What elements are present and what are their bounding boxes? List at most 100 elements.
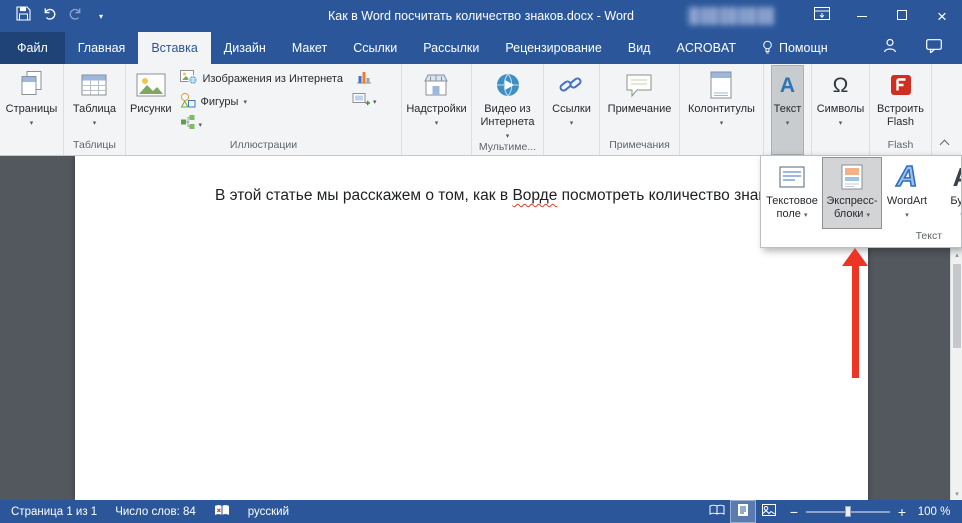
screenshot-icon bbox=[352, 91, 370, 112]
close-button[interactable]: × bbox=[922, 0, 962, 32]
pages-button[interactable]: Страницы ▾ bbox=[3, 65, 61, 155]
online-video-label: Видео из Интернета bbox=[479, 103, 537, 129]
minimize-icon bbox=[857, 16, 867, 17]
web-layout-button[interactable] bbox=[756, 500, 782, 523]
zoom-slider-thumb[interactable] bbox=[845, 506, 851, 517]
vertical-scrollbar[interactable]: ▴ ▾ bbox=[950, 248, 962, 500]
wordart-icon: A bbox=[897, 161, 918, 193]
zoom-percentage[interactable]: 100 % bbox=[914, 506, 962, 518]
vertical-scrollbar-thumb[interactable] bbox=[953, 264, 961, 348]
text-flyout-buttons: Текстовое поле ▾ Экспресс-блоки ▾ A Word… bbox=[762, 157, 960, 229]
proofing-status-button[interactable] bbox=[205, 500, 239, 523]
zoom-slider[interactable] bbox=[806, 500, 890, 523]
group-label-comments: Примечания bbox=[600, 138, 679, 155]
illustrations-icon-column: ▾ bbox=[348, 65, 381, 138]
tab-insert-label: Вставка bbox=[151, 41, 197, 55]
annotation-arrow bbox=[842, 248, 868, 378]
tab-home[interactable]: Главная bbox=[65, 32, 139, 64]
tab-file[interactable]: Файл bbox=[0, 32, 65, 64]
flash-icon bbox=[890, 69, 912, 101]
shapes-button[interactable]: Фигуры ▾ bbox=[175, 90, 348, 113]
pictures-icon bbox=[136, 69, 166, 101]
online-pictures-icon bbox=[180, 69, 198, 88]
chevron-down-icon: ▾ bbox=[839, 119, 843, 127]
symbols-button[interactable]: Ω Символы ▾ bbox=[814, 65, 868, 155]
group-label-flash: Flash bbox=[870, 138, 931, 155]
ribbon-group-comments: Примечание Примечания bbox=[600, 64, 680, 155]
table-icon bbox=[81, 69, 107, 101]
chevron-down-icon: ▾ bbox=[30, 119, 34, 127]
collapse-ribbon-button[interactable] bbox=[935, 136, 953, 150]
document-page[interactable]: В этой статье мы расскажем о том, как в … bbox=[75, 156, 868, 500]
ribbon-tab-bar: Файл Главная Вставка Дизайн Макет Ссылки… bbox=[0, 32, 962, 64]
online-pictures-label: Изображения из Интернета bbox=[203, 73, 343, 85]
scroll-down-icon[interactable]: ▾ bbox=[951, 487, 962, 500]
screenshot-button[interactable]: ▾ bbox=[348, 90, 381, 113]
drop-cap-button[interactable]: A Букв ▾ bbox=[932, 157, 962, 229]
shapes-icon bbox=[180, 92, 196, 111]
window-controls: × bbox=[802, 0, 962, 32]
group-label-media: Мультиме... bbox=[472, 140, 543, 155]
zoom-out-button[interactable]: − bbox=[782, 500, 806, 523]
addins-button[interactable]: Надстройки ▾ bbox=[403, 65, 469, 155]
flyout-group-label: Текст bbox=[762, 229, 960, 246]
quick-parts-button[interactable]: Экспресс-блоки ▾ bbox=[822, 157, 882, 229]
tab-mailings[interactable]: Рассылки bbox=[410, 32, 492, 64]
word-count[interactable]: Число слов: 84 bbox=[106, 500, 205, 523]
print-layout-button[interactable] bbox=[730, 500, 756, 523]
tab-review[interactable]: Рецензирование bbox=[492, 32, 615, 64]
ribbon-group-symbols: Ω Символы ▾ bbox=[812, 64, 870, 155]
document-text-misspelled: Ворде bbox=[512, 187, 557, 204]
header-footer-button[interactable]: Колонтитулы ▾ bbox=[685, 65, 758, 155]
minimize-button[interactable] bbox=[842, 0, 882, 32]
quick-access-toolbar: ▾ bbox=[0, 2, 114, 30]
symbols-label: Символы bbox=[817, 103, 865, 116]
wordart-button[interactable]: A WordArt ▾ bbox=[882, 157, 932, 229]
embed-flash-button[interactable]: Встроить Flash bbox=[872, 65, 930, 138]
zoom-in-button[interactable]: + bbox=[890, 500, 914, 523]
embed-flash-label: Встроить Flash bbox=[875, 103, 927, 129]
chevron-up-icon bbox=[939, 140, 949, 150]
tab-design[interactable]: Дизайн bbox=[211, 32, 279, 64]
online-video-icon bbox=[495, 69, 521, 101]
tab-insert[interactable]: Вставка bbox=[138, 32, 210, 64]
chart-icon bbox=[356, 68, 372, 89]
chevron-down-icon: ▾ bbox=[570, 119, 574, 127]
online-pictures-button[interactable]: Изображения из Интернета bbox=[175, 67, 348, 90]
pictures-button[interactable]: Рисунки bbox=[127, 65, 175, 138]
save-button[interactable] bbox=[10, 2, 36, 30]
read-mode-button[interactable] bbox=[704, 500, 730, 523]
textbox-button[interactable]: Текстовое поле ▾ bbox=[762, 157, 822, 229]
tab-view[interactable]: Вид bbox=[615, 32, 664, 64]
online-video-button[interactable]: Видео из Интернета ▾ bbox=[476, 65, 540, 140]
title-bar: ▾ Как в Word посчитать количество знаков… bbox=[0, 0, 962, 32]
tab-layout[interactable]: Макет bbox=[279, 32, 340, 64]
tab-acrobat[interactable]: ACROBAT bbox=[663, 32, 749, 64]
sign-in-button[interactable] bbox=[868, 32, 912, 64]
illustrations-small-buttons: Изображения из Интернета Фигуры ▾ ▾ bbox=[175, 65, 348, 138]
comments-panel-button[interactable] bbox=[912, 32, 956, 64]
group-label-tables: Таблицы bbox=[64, 138, 125, 155]
customize-qat-button[interactable]: ▾ bbox=[88, 2, 114, 30]
links-button[interactable]: Ссылки ▾ bbox=[549, 65, 594, 155]
textbox-icon bbox=[779, 161, 805, 193]
smartart-button[interactable]: ▾ bbox=[175, 113, 348, 136]
chevron-down-icon: ▾ bbox=[905, 211, 909, 219]
table-button[interactable]: Таблица ▾ bbox=[70, 65, 119, 138]
pages-label: Страницы bbox=[6, 103, 58, 116]
maximize-button[interactable] bbox=[882, 0, 922, 32]
page-indicator[interactable]: Страница 1 из 1 bbox=[2, 500, 106, 523]
text-button[interactable]: A Текст ▾ bbox=[771, 65, 805, 155]
redo-button[interactable] bbox=[62, 2, 88, 30]
undo-button[interactable] bbox=[36, 2, 62, 30]
drop-cap-icon: A bbox=[953, 161, 962, 193]
comment-button[interactable]: Примечание bbox=[605, 65, 675, 138]
text-label: Текст bbox=[774, 103, 802, 116]
tab-assistant[interactable]: Помощн bbox=[749, 32, 841, 64]
scroll-up-icon[interactable]: ▴ bbox=[951, 248, 962, 261]
tab-references[interactable]: Ссылки bbox=[340, 32, 410, 64]
ribbon-display-options-button[interactable] bbox=[802, 0, 842, 32]
tab-view-label: Вид bbox=[628, 41, 651, 55]
chart-button[interactable] bbox=[348, 67, 381, 90]
language-indicator[interactable]: русский bbox=[239, 500, 298, 523]
